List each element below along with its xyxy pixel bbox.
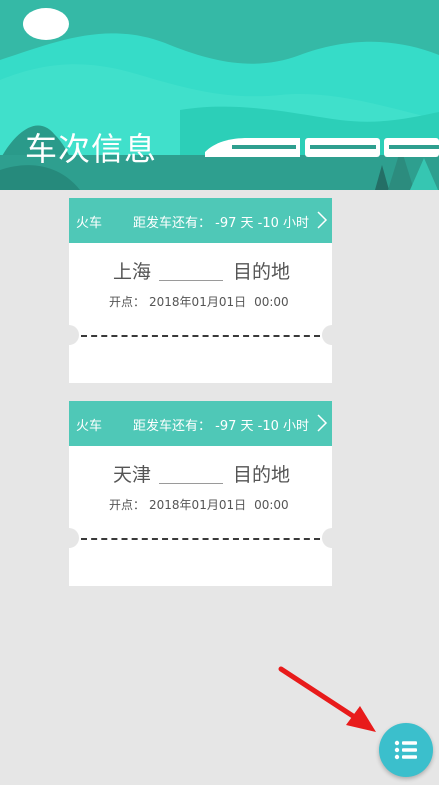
menu-fab-button[interactable] xyxy=(379,723,433,777)
list-icon xyxy=(394,740,417,760)
app-screen: 车次信息 火车 距发车还有： -97 天 -10 小时 上海 目的地 开点： 20… xyxy=(0,0,439,785)
annotation-arrow xyxy=(278,666,376,732)
